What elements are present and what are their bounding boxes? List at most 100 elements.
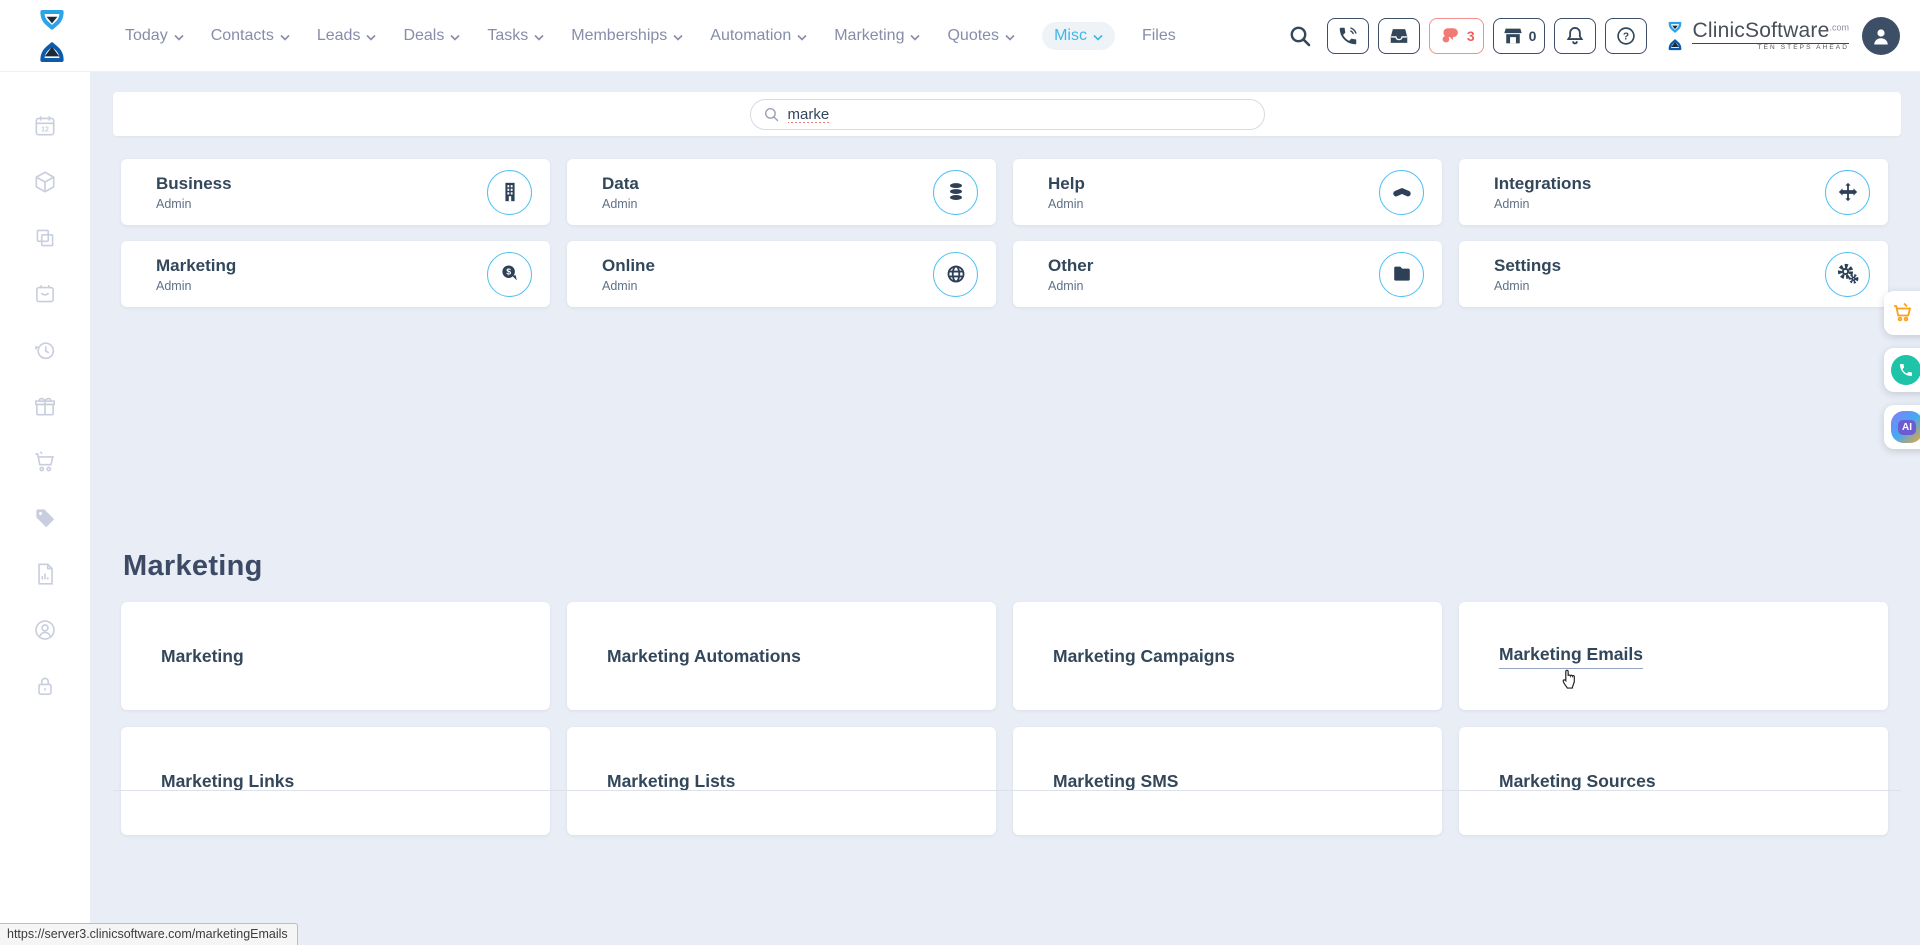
chevron-down-icon bbox=[280, 34, 290, 41]
nav-item-memberships[interactable]: Memberships bbox=[571, 27, 683, 45]
brand-name: ClinicSoftware bbox=[1692, 19, 1829, 42]
brand-logo[interactable]: ClinicSoftware.com TEN STEPS AHEAD bbox=[1662, 19, 1849, 53]
marketing-card-marketing[interactable]: Marketing bbox=[121, 602, 550, 710]
whatsapp-phone-icon bbox=[1891, 355, 1920, 385]
chevron-down-icon bbox=[1005, 34, 1015, 41]
nav-item-automation[interactable]: Automation bbox=[710, 27, 807, 45]
nav-item-marketing[interactable]: Marketing bbox=[834, 27, 920, 45]
chevron-down-icon bbox=[797, 34, 807, 41]
inbox-button[interactable] bbox=[1378, 18, 1420, 54]
chevron-down-icon bbox=[450, 34, 460, 41]
category-card-business[interactable]: BusinessAdmin bbox=[121, 159, 550, 225]
notifications-button[interactable] bbox=[1554, 18, 1596, 54]
nav-item-tasks[interactable]: Tasks bbox=[487, 27, 544, 45]
category-subtitle: Admin bbox=[1494, 279, 1825, 293]
category-subtitle: Admin bbox=[1494, 197, 1825, 211]
marketing-card-sms[interactable]: Marketing SMS bbox=[1013, 727, 1442, 835]
category-subtitle: Admin bbox=[602, 279, 933, 293]
nav-label: Misc bbox=[1054, 27, 1087, 45]
lock-icon[interactable] bbox=[32, 673, 58, 699]
marketing-card-campaigns[interactable]: Marketing Campaigns bbox=[1013, 602, 1442, 710]
chevron-down-icon bbox=[1093, 34, 1103, 41]
nav-label: Marketing bbox=[834, 27, 904, 45]
card-title: Marketing Emails bbox=[1499, 644, 1643, 669]
phone-icon bbox=[1337, 25, 1359, 47]
svg-text:?: ? bbox=[1623, 32, 1629, 43]
floating-ai-button[interactable]: AI bbox=[1884, 405, 1920, 449]
nav-item-deals[interactable]: Deals bbox=[403, 27, 460, 45]
marketing-card-lists[interactable]: Marketing Lists bbox=[567, 727, 996, 835]
card-title: Marketing SMS bbox=[1053, 771, 1178, 792]
marketing-card-emails[interactable]: Marketing Emails bbox=[1459, 602, 1888, 710]
floating-phone-button[interactable] bbox=[1884, 348, 1920, 392]
marketing-card-sources[interactable]: Marketing Sources bbox=[1459, 727, 1888, 835]
status-bar-url: https://server3.clinicsoftware.com/marke… bbox=[0, 923, 298, 945]
user-avatar[interactable] bbox=[1862, 17, 1900, 55]
nav-item-files[interactable]: Files bbox=[1142, 27, 1176, 45]
nav-label: Quotes bbox=[947, 27, 999, 45]
nav-label: Contacts bbox=[211, 27, 274, 45]
cart-icon[interactable] bbox=[32, 449, 58, 475]
category-card-marketing[interactable]: MarketingAdmin $ bbox=[121, 241, 550, 307]
nav-item-misc[interactable]: Misc bbox=[1042, 22, 1115, 50]
category-title: Marketing bbox=[156, 256, 487, 276]
globe-icon bbox=[933, 252, 978, 297]
voucher-icon[interactable] bbox=[32, 281, 58, 307]
move-arrows-icon bbox=[1825, 170, 1870, 215]
category-card-integrations[interactable]: Integrations Admin bbox=[1459, 159, 1888, 225]
chat-button[interactable]: 3 bbox=[1429, 18, 1484, 54]
nav-label: Today bbox=[125, 27, 168, 45]
nav-item-quotes[interactable]: Quotes bbox=[947, 27, 1015, 45]
nav-label: Memberships bbox=[571, 27, 667, 45]
category-title: Integrations bbox=[1494, 174, 1825, 194]
category-card-help[interactable]: HelpAdmin bbox=[1013, 159, 1442, 225]
card-title: Marketing Lists bbox=[607, 771, 735, 792]
nav-item-leads[interactable]: Leads bbox=[317, 27, 377, 45]
category-card-online[interactable]: Online Admin bbox=[567, 241, 996, 307]
calendar-icon[interactable]: 12 bbox=[32, 113, 58, 139]
category-subtitle: Admin bbox=[156, 197, 487, 211]
category-card-settings[interactable]: SettingsAdmin bbox=[1459, 241, 1888, 307]
main-content: BusinessAdmin DataAdmin HelpAdmin Integr… bbox=[90, 72, 1920, 945]
search-icon[interactable] bbox=[1288, 24, 1312, 48]
tag-icon[interactable] bbox=[32, 505, 58, 531]
package-icon[interactable] bbox=[32, 169, 58, 195]
card-title: Marketing Campaigns bbox=[1053, 646, 1235, 667]
search-input[interactable] bbox=[788, 106, 1252, 123]
brand-text: ClinicSoftware.com TEN STEPS AHEAD bbox=[1692, 20, 1849, 52]
account-icon[interactable] bbox=[32, 617, 58, 643]
card-title: Marketing Automations bbox=[607, 646, 801, 667]
search-icon bbox=[763, 106, 780, 123]
chevron-down-icon bbox=[174, 34, 184, 41]
category-card-data[interactable]: DataAdmin bbox=[567, 159, 996, 225]
gift-icon[interactable] bbox=[32, 393, 58, 419]
chevron-down-icon bbox=[910, 34, 920, 41]
building-icon bbox=[487, 170, 532, 215]
left-sidebar: 12 bbox=[0, 72, 90, 945]
report-icon[interactable] bbox=[32, 561, 58, 587]
store-button[interactable]: 0 bbox=[1493, 18, 1546, 54]
nav-item-contacts[interactable]: Contacts bbox=[211, 27, 290, 45]
hand-cursor-icon bbox=[1559, 666, 1581, 690]
history-icon[interactable] bbox=[32, 337, 58, 363]
category-title: Online bbox=[602, 256, 933, 276]
database-icon bbox=[933, 170, 978, 215]
nav-item-today[interactable]: Today bbox=[125, 27, 184, 45]
floating-cart-button[interactable] bbox=[1884, 291, 1920, 335]
category-card-other[interactable]: OtherAdmin bbox=[1013, 241, 1442, 307]
inbox-icon bbox=[1388, 25, 1410, 47]
store-icon bbox=[1502, 25, 1524, 47]
marketing-card-automations[interactable]: Marketing Automations bbox=[567, 602, 996, 710]
phone-button[interactable] bbox=[1327, 18, 1369, 54]
search-bar-container bbox=[113, 92, 1901, 136]
app-logo-icon[interactable] bbox=[28, 7, 76, 70]
help-button[interactable]: ? bbox=[1605, 18, 1647, 54]
category-title: Help bbox=[1048, 174, 1379, 194]
nav-label: Deals bbox=[403, 27, 444, 45]
marketing-card-links[interactable]: Marketing Links bbox=[121, 727, 550, 835]
copy-icon[interactable] bbox=[32, 225, 58, 251]
search-box[interactable] bbox=[750, 99, 1265, 130]
chevron-down-icon bbox=[534, 34, 544, 41]
brand-tld: .com bbox=[1829, 23, 1849, 33]
brand-tagline: TEN STEPS AHEAD bbox=[1692, 43, 1849, 52]
